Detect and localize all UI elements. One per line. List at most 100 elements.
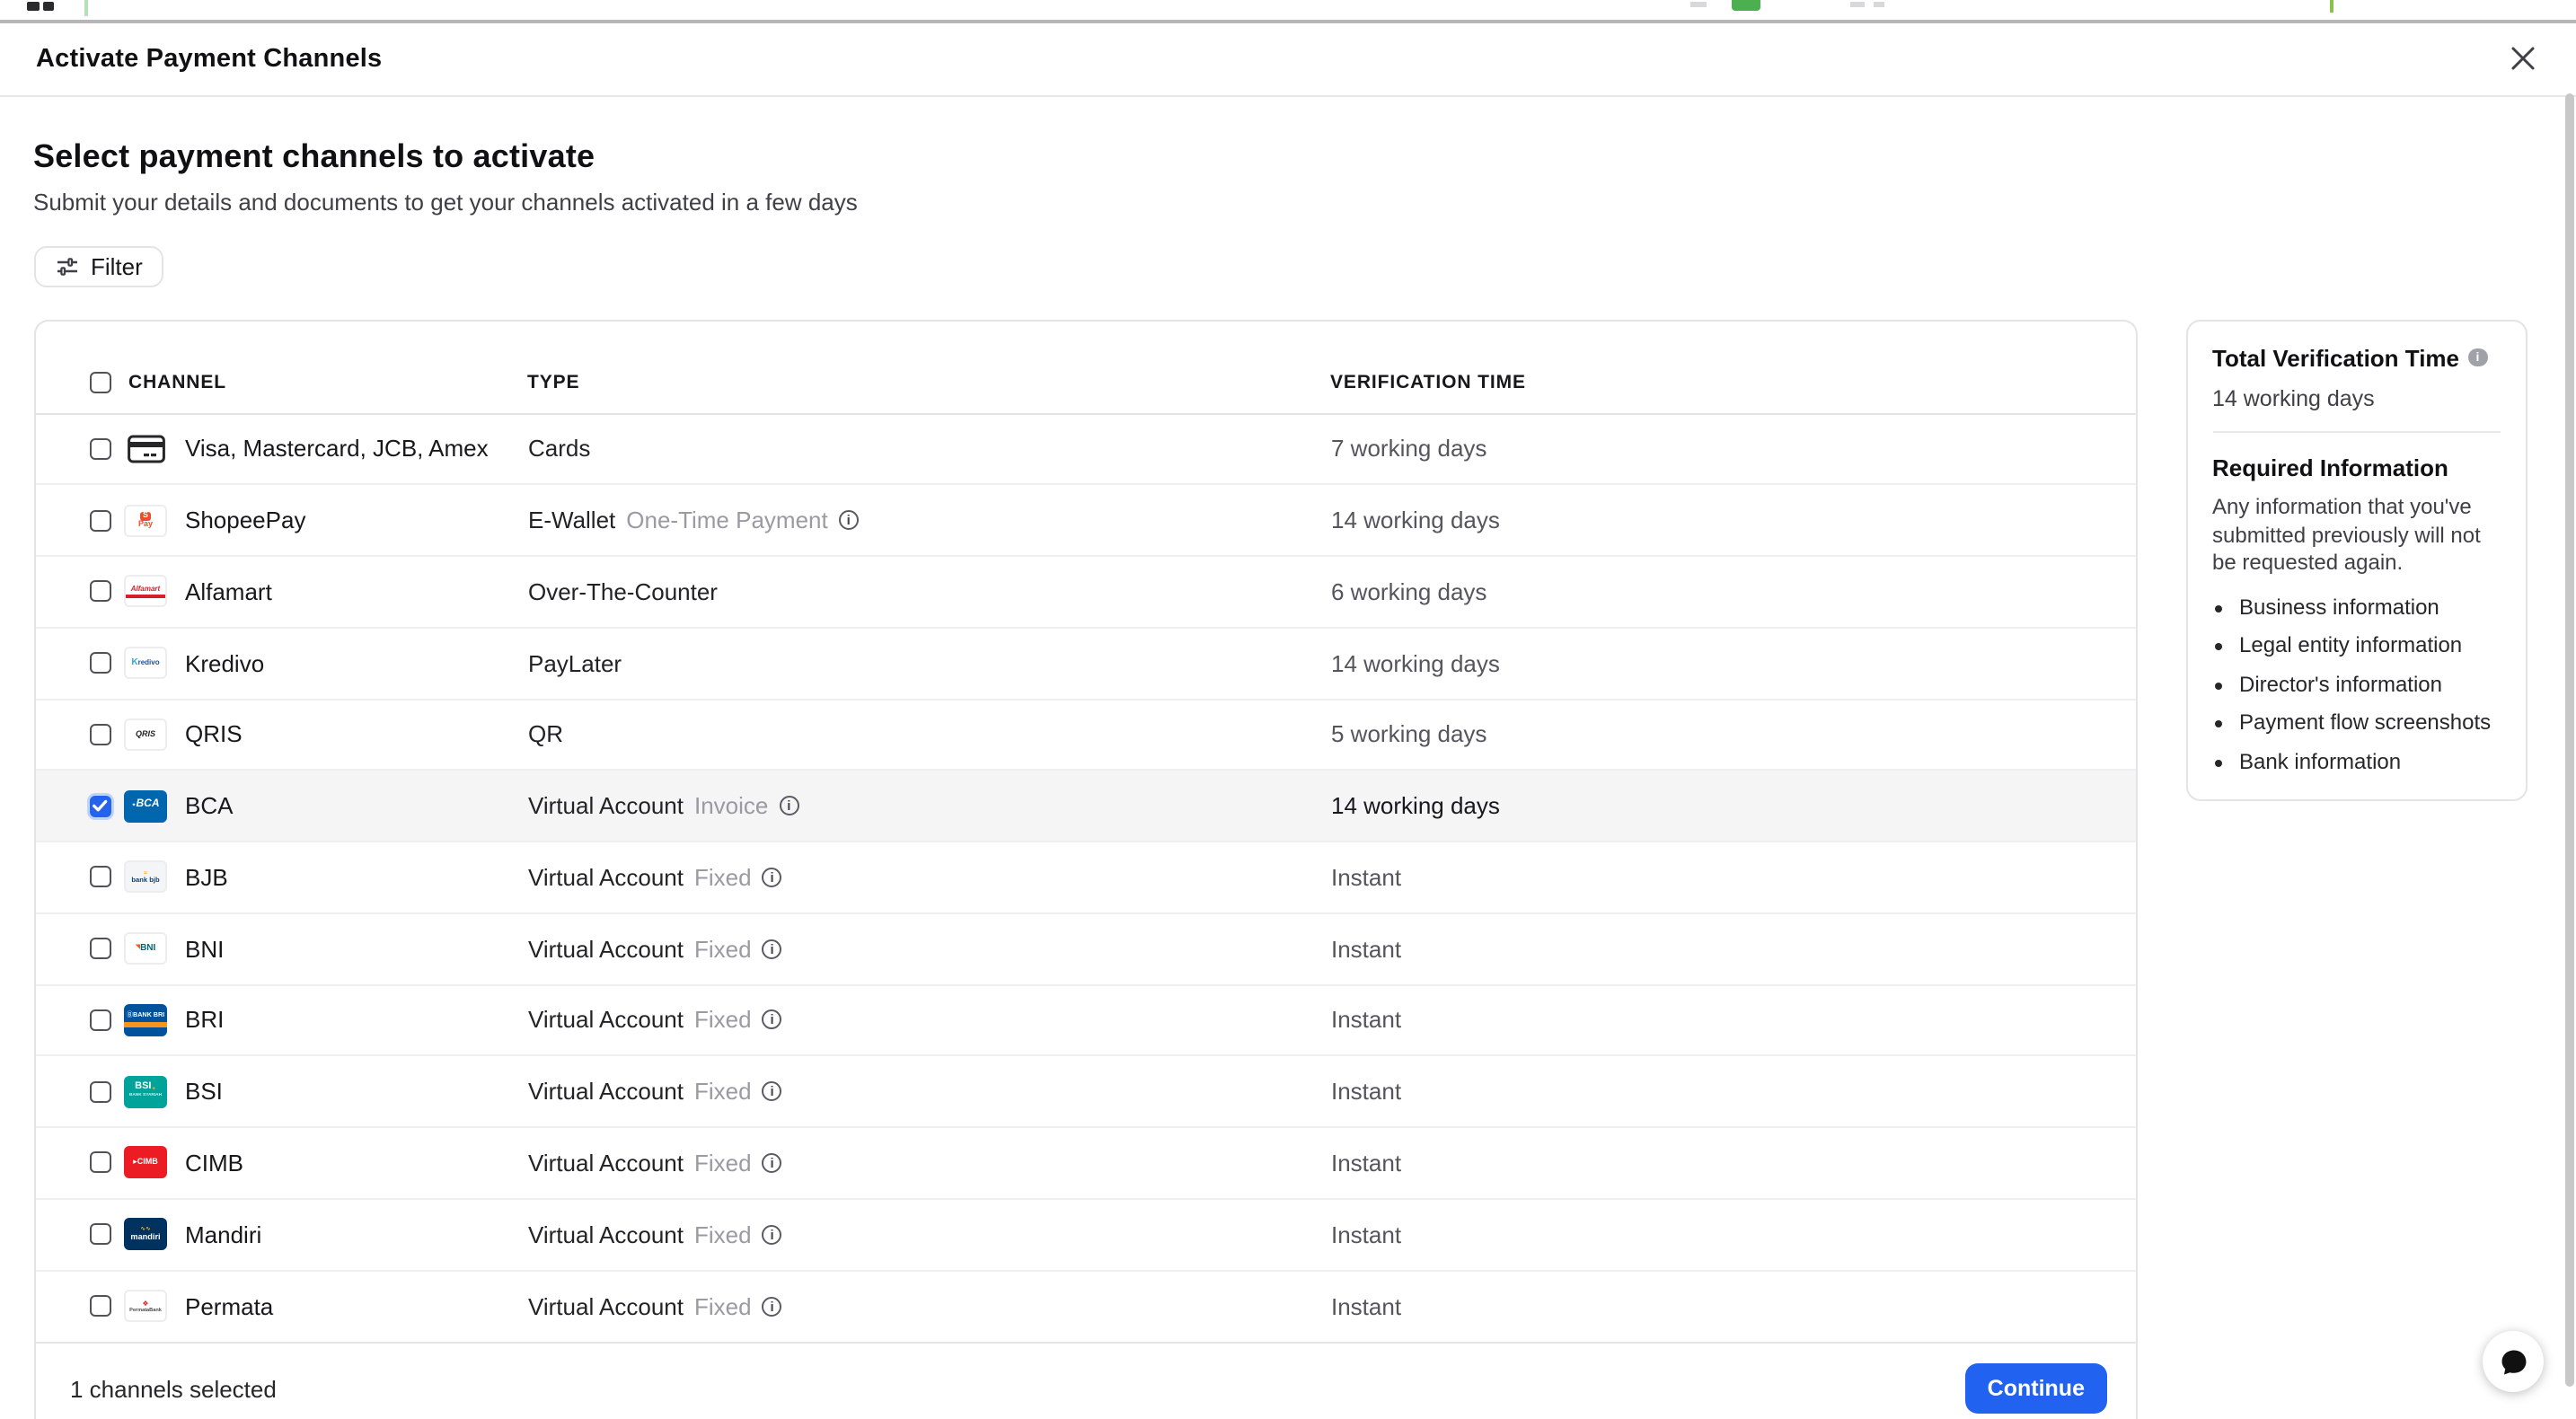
- table-row[interactable]: Alfamart Alfamart Over-The-Counter 6 wor…: [35, 557, 2136, 629]
- info-icon[interactable]: i: [763, 1081, 782, 1101]
- channel-type-main: E-Wallet: [528, 507, 615, 533]
- chat-launcher-button[interactable]: [2483, 1331, 2544, 1392]
- channel-logo: ≈bank bjb: [124, 861, 167, 894]
- column-header-channel: CHANNEL: [128, 371, 527, 392]
- table-row[interactable]: SPay ShopeePay E-Wallet One-Time Payment…: [35, 486, 2136, 558]
- channel-type: Virtual Account Fixed i: [528, 1007, 1331, 1034]
- channel-type-tag: One-Time Payment: [626, 507, 827, 533]
- channel-type-main: Virtual Account: [528, 864, 684, 891]
- verification-time: 14 working days: [1331, 507, 2136, 533]
- table-row[interactable]: QRIS QRIS QR 5 working days: [35, 700, 2136, 771]
- background-app-topbar: [0, 0, 2576, 20]
- channel-name: BRI: [185, 1007, 528, 1034]
- channel-type: E-Wallet One-Time Payment i: [528, 507, 1331, 533]
- row-checkbox[interactable]: [89, 652, 110, 674]
- row-checkbox[interactable]: [89, 1223, 110, 1245]
- table-row[interactable]: ❖PermataBank Permata Virtual Account Fix…: [35, 1271, 2136, 1343]
- green-button-fragment: [1731, 0, 1760, 10]
- table-row[interactable]: ≈bank bjb BJB Virtual Account Fixed i In…: [35, 842, 2136, 914]
- channel-type-tag: Fixed: [694, 864, 752, 891]
- close-icon[interactable]: [2502, 40, 2542, 79]
- select-all-checkbox[interactable]: [89, 371, 110, 392]
- table-row[interactable]: ∿∿mandiri Mandiri Virtual Account Fixed …: [35, 1200, 2136, 1272]
- activate-payment-channels-modal: Activate Payment Channels Select payment…: [0, 22, 2576, 1419]
- filter-button[interactable]: Filter: [33, 246, 164, 287]
- channel-logo: ▸ CIMB: [124, 1147, 167, 1179]
- verification-time: 5 working days: [1331, 721, 2136, 748]
- channel-name: BCA: [185, 792, 528, 819]
- row-checkbox[interactable]: [89, 795, 110, 816]
- required-information-description: Any information that you've submitted pr…: [2212, 494, 2500, 577]
- info-icon[interactable]: i: [2468, 348, 2487, 367]
- channel-logo: Kredivo: [124, 647, 167, 679]
- verification-time: 14 working days: [1331, 792, 2136, 819]
- selected-count: 1 channels selected: [70, 1376, 277, 1403]
- channel-type: Over-The-Counter: [528, 578, 1331, 605]
- info-icon[interactable]: i: [763, 1224, 782, 1244]
- info-icon[interactable]: i: [763, 868, 782, 887]
- nav-accent: [84, 0, 88, 16]
- channel-name: CIMB: [185, 1150, 528, 1177]
- verification-time: 6 working days: [1331, 578, 2136, 605]
- channel-type-main: PayLater: [528, 649, 622, 676]
- chat-bubble-icon: [2498, 1346, 2528, 1377]
- info-icon[interactable]: i: [763, 939, 782, 958]
- channel-logo: Alfamart: [124, 576, 167, 608]
- column-header-verification: VERIFICATION TIME: [1330, 371, 1526, 392]
- continue-button[interactable]: Continue: [1966, 1364, 2106, 1415]
- info-icon[interactable]: i: [763, 1153, 782, 1173]
- channel-logo: ∿∿mandiri: [124, 1218, 167, 1250]
- channel-logo: BSI✦BANK SYARIAH: [124, 1075, 167, 1107]
- table-row[interactable]: Kredivo Kredivo PayLater 14 working days: [35, 629, 2136, 701]
- verification-time: 14 working days: [1331, 649, 2136, 676]
- nav-text-fragment: [1690, 2, 1707, 7]
- row-checkbox[interactable]: [89, 509, 110, 531]
- channel-type: Virtual Account Fixed i: [528, 1078, 1331, 1105]
- row-checkbox[interactable]: [89, 581, 110, 603]
- channel-logo: ❖PermataBank: [124, 1291, 167, 1323]
- table-row[interactable]: Ⓑ BANK BRI BRI Virtual Account Fixed i I…: [35, 985, 2136, 1057]
- required-item: Business information: [2239, 594, 2500, 619]
- channel-name: BJB: [185, 864, 528, 891]
- channel-type-tag: Fixed: [694, 935, 752, 962]
- row-checkbox[interactable]: [89, 724, 110, 745]
- channel-type: Virtual Account Invoice i: [528, 792, 1331, 819]
- table-row[interactable]: BSI✦BANK SYARIAH BSI Virtual Account Fix…: [35, 1057, 2136, 1129]
- channel-type: Cards: [528, 436, 1331, 463]
- table-row[interactable]: ◥ BNI BNI Virtual Account Fixed i Instan…: [35, 914, 2136, 986]
- info-icon[interactable]: i: [839, 510, 859, 530]
- row-checkbox[interactable]: [89, 1080, 110, 1102]
- channel-logo: QRIS: [124, 718, 167, 751]
- row-checkbox[interactable]: [89, 1009, 110, 1031]
- scrollbar-thumb[interactable]: [2564, 93, 2574, 1387]
- row-checkbox[interactable]: [89, 1296, 110, 1318]
- channel-type-tag: Fixed: [694, 1150, 752, 1177]
- table-footer: 1 channels selected Continue: [35, 1343, 2136, 1419]
- info-icon[interactable]: i: [763, 1010, 782, 1030]
- row-checkbox[interactable]: [89, 438, 110, 460]
- verification-time: Instant: [1331, 1078, 2136, 1105]
- channel-type-main: Over-The-Counter: [528, 578, 718, 605]
- required-items-list: Business informationLegal entity informa…: [2212, 594, 2500, 773]
- row-checkbox[interactable]: [89, 938, 110, 959]
- channel-type: Virtual Account Fixed i: [528, 864, 1331, 891]
- channel-type-main: Virtual Account: [528, 935, 684, 962]
- channel-name: BNI: [185, 935, 528, 962]
- channel-type: Virtual Account Fixed i: [528, 1150, 1331, 1177]
- verification-time: Instant: [1331, 1221, 2136, 1247]
- table-row[interactable]: Visa, Mastercard, JCB, Amex Cards 7 work…: [35, 414, 2136, 486]
- channel-type-main: Cards: [528, 436, 590, 463]
- channel-type: Virtual Account Fixed i: [528, 1293, 1331, 1320]
- channel-type-main: Virtual Account: [528, 1078, 684, 1105]
- channel-type-tag: Invoice: [694, 792, 768, 819]
- info-icon[interactable]: i: [763, 1297, 782, 1317]
- info-icon[interactable]: i: [779, 796, 798, 815]
- table-row[interactable]: ▸ CIMB CIMB Virtual Account Fixed i Inst…: [35, 1128, 2136, 1200]
- verification-time: Instant: [1331, 1150, 2136, 1177]
- table-rows: Visa, Mastercard, JCB, Amex Cards 7 work…: [35, 414, 2136, 1343]
- row-checkbox[interactable]: [89, 1152, 110, 1174]
- table-row[interactable]: ✦BCA BCA Virtual Account Invoice i 14 wo…: [35, 771, 2136, 843]
- row-checkbox[interactable]: [89, 867, 110, 888]
- channel-name: QRIS: [185, 721, 528, 748]
- channel-type-main: QR: [528, 721, 563, 748]
